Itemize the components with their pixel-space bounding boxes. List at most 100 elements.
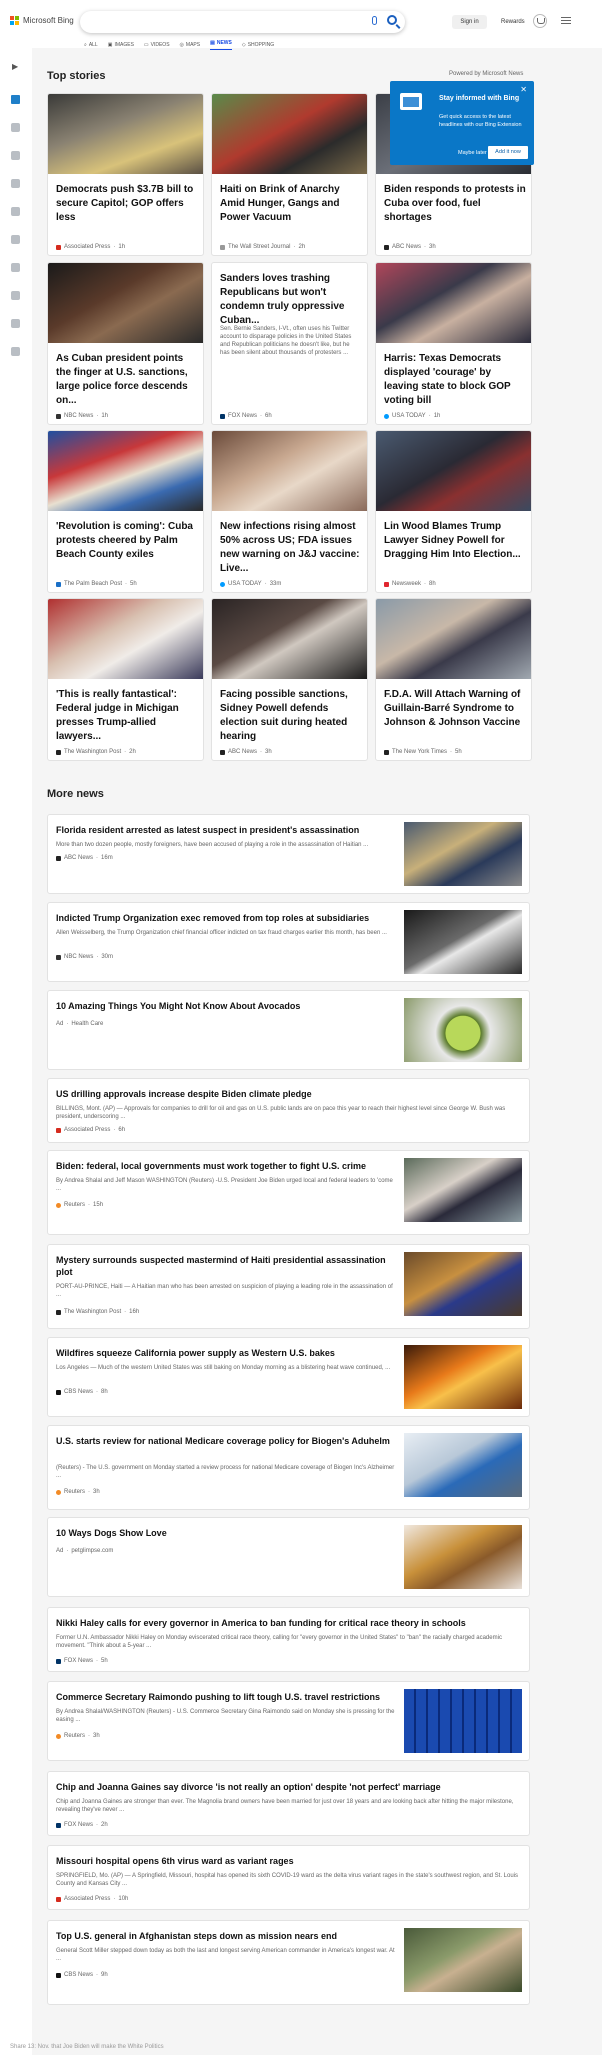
business-chart-icon[interactable] bbox=[11, 235, 20, 244]
news-item[interactable]: 10 Ways Dogs Show Love Ad · petglimpse.c… bbox=[47, 1517, 530, 1597]
politics-building-icon[interactable] bbox=[11, 319, 20, 328]
news-item[interactable]: US drilling approvals increase despite B… bbox=[47, 1078, 530, 1143]
story-card[interactable]: Facing possible sanctions, Sidney Powell… bbox=[211, 598, 368, 761]
home-icon[interactable] bbox=[11, 95, 20, 104]
story-source: ABC News · 3h bbox=[384, 244, 436, 250]
news-item[interactable]: 10 Amazing Things You Might Not Know Abo… bbox=[47, 990, 530, 1070]
us-flag-icon[interactable] bbox=[11, 151, 20, 160]
footer-ticker[interactable]: Share 13: Nov. that Joe Biden will make … bbox=[10, 2044, 164, 2050]
story-image bbox=[376, 431, 531, 511]
maybe-later-link[interactable]: Maybe later bbox=[458, 150, 487, 156]
hamburger-menu-icon[interactable] bbox=[561, 17, 571, 26]
news-source: CBS News · 8h bbox=[56, 1389, 108, 1395]
story-card[interactable]: New infections rising almost 50% across … bbox=[211, 430, 368, 593]
scope-news[interactable]: ▤ NEWS bbox=[210, 40, 232, 50]
story-source: ABC News · 3h bbox=[220, 749, 272, 755]
trending-icon[interactable] bbox=[11, 123, 20, 132]
news-snippet: Chip and Joanna Gaines are stronger than… bbox=[56, 1799, 514, 1813]
news-snippet: By Andrea Shalal and Jeff Mason WASHINGT… bbox=[56, 1178, 393, 1192]
news-image bbox=[404, 998, 522, 1062]
story-image bbox=[376, 263, 531, 343]
source-logo-icon bbox=[220, 749, 225, 755]
news-title: US drilling approvals increase despite B… bbox=[56, 1089, 312, 1099]
popup-title: Stay informed with Bing bbox=[439, 95, 520, 102]
story-card[interactable]: Democrats push $3.7B bill to secure Capi… bbox=[47, 93, 204, 256]
story-card[interactable]: F.D.A. Will Attach Warning of Guillain-B… bbox=[375, 598, 532, 761]
news-image bbox=[404, 1928, 522, 1992]
science-rocket-icon[interactable] bbox=[11, 263, 20, 272]
news-item[interactable]: U.S. starts review for national Medicare… bbox=[47, 1425, 530, 1510]
video-icon[interactable] bbox=[11, 347, 20, 356]
news-image bbox=[404, 822, 522, 886]
story-image bbox=[212, 431, 367, 511]
expand-rail-icon[interactable]: ▶ bbox=[12, 62, 18, 71]
add-extension-button[interactable]: Add it now bbox=[488, 146, 528, 159]
news-item[interactable]: Florida resident arrested as latest susp… bbox=[47, 814, 530, 894]
source-logo-icon bbox=[220, 244, 225, 250]
popup-description: Get quick access to the latest headlines… bbox=[439, 114, 522, 128]
scope-all[interactable]: ⌕ ALL bbox=[84, 40, 98, 50]
news-item[interactable]: Indicted Trump Organization exec removed… bbox=[47, 902, 530, 982]
ad-badge: Ad bbox=[56, 1548, 64, 1554]
news-title: 10 Amazing Things You Might Not Know Abo… bbox=[56, 1001, 301, 1011]
source-logo-icon bbox=[220, 581, 225, 587]
entertainment-icon[interactable] bbox=[11, 291, 20, 300]
news-source: Associated Press · 10h bbox=[56, 1896, 128, 1902]
story-title: Democrats push $3.7B bill to secure Capi… bbox=[56, 184, 194, 223]
news-source: Ad · Health Care bbox=[56, 1021, 104, 1027]
story-card[interactable]: Harris: Texas Democrats displayed 'coura… bbox=[375, 262, 532, 425]
story-image bbox=[212, 94, 367, 174]
news-item[interactable]: Top U.S. general in Afghanistan steps do… bbox=[47, 1920, 530, 2005]
story-title: Harris: Texas Democrats displayed 'coura… bbox=[384, 353, 511, 406]
source-logo-icon bbox=[56, 1127, 61, 1133]
news-item[interactable]: Mystery surrounds suspected mastermind o… bbox=[47, 1244, 530, 1329]
story-card[interactable]: Sanders loves trashing Republicans but w… bbox=[211, 262, 368, 425]
news-item[interactable]: Missouri hospital opens 6th virus ward a… bbox=[47, 1845, 530, 1910]
news-source: Reuters · 15h bbox=[56, 1202, 103, 1208]
story-card[interactable]: 'Revolution is coming': Cuba protests ch… bbox=[47, 430, 204, 593]
location-pin-icon[interactable] bbox=[11, 179, 20, 188]
news-item[interactable]: Nikki Haley calls for every governor in … bbox=[47, 1607, 530, 1672]
world-globe-icon[interactable] bbox=[11, 207, 20, 216]
scope-images[interactable]: ▣ IMAGES bbox=[108, 40, 134, 50]
news-item[interactable]: Commerce Secretary Raimondo pushing to l… bbox=[47, 1681, 530, 1761]
scope-shopping[interactable]: ◇ SHOPPING bbox=[242, 40, 274, 50]
news-title: 10 Ways Dogs Show Love bbox=[56, 1528, 167, 1538]
source-logo-icon bbox=[56, 1733, 61, 1739]
story-image bbox=[48, 263, 203, 343]
rewards-link[interactable]: Rewards bbox=[501, 19, 525, 25]
story-snippet: Sen. Bernie Sanders, I-Vt., often uses h… bbox=[220, 326, 352, 356]
search-input[interactable] bbox=[80, 11, 405, 33]
news-snippet: PORT-AU-PRINCE, Haiti — A Haitian man wh… bbox=[56, 1284, 393, 1298]
story-title: Facing possible sanctions, Sidney Powell… bbox=[220, 689, 348, 742]
news-snippet: SPRINGFIELD, Mo. (AP) — A Springfield, M… bbox=[56, 1873, 519, 1887]
rewards-trophy-icon[interactable] bbox=[533, 14, 547, 28]
source-logo-icon bbox=[56, 244, 61, 250]
news-source: FOX News · 5h bbox=[56, 1658, 108, 1664]
news-snippet: Los Angeles — Much of the western United… bbox=[56, 1365, 391, 1371]
news-image bbox=[404, 1345, 522, 1409]
story-title: Lin Wood Blames Trump Lawyer Sidney Powe… bbox=[384, 521, 521, 560]
news-source: Reuters · 3h bbox=[56, 1489, 100, 1495]
microphone-icon[interactable] bbox=[372, 16, 377, 25]
story-card[interactable]: Haiti on Brink of Anarchy Amid Hunger, G… bbox=[211, 93, 368, 256]
scope-maps[interactable]: ◎ MAPS bbox=[180, 40, 201, 50]
top-header: Microsoft Bing ⌕ ALL ▣ IMAGES ▭ VIDEOS ◎… bbox=[0, 0, 602, 50]
story-source: USA TODAY · 1h bbox=[384, 413, 440, 419]
scope-videos[interactable]: ▭ VIDEOS bbox=[144, 40, 170, 50]
news-snippet: BILLINGS, Mont. (AP) — Approvals for com… bbox=[56, 1106, 506, 1120]
story-card[interactable]: Lin Wood Blames Trump Lawyer Sidney Powe… bbox=[375, 430, 532, 593]
story-card[interactable]: As Cuban president points the finger at … bbox=[47, 262, 204, 425]
story-card[interactable]: 'This is really fantastical': Federal ju… bbox=[47, 598, 204, 761]
sign-in-button[interactable]: Sign in bbox=[452, 15, 487, 29]
news-title: Chip and Joanna Gaines say divorce 'is n… bbox=[56, 1782, 441, 1792]
news-item[interactable]: Biden: federal, local governments must w… bbox=[47, 1150, 530, 1235]
close-icon[interactable]: ✕ bbox=[520, 85, 527, 94]
news-item[interactable]: Chip and Joanna Gaines say divorce 'is n… bbox=[47, 1771, 530, 1836]
search-icon[interactable] bbox=[387, 15, 397, 25]
news-image bbox=[404, 1433, 522, 1497]
bing-logo[interactable]: Microsoft Bing bbox=[10, 16, 74, 25]
news-snippet: Allen Weisselberg, the Trump Organizatio… bbox=[56, 930, 387, 936]
news-title: Biden: federal, local governments must w… bbox=[56, 1161, 367, 1171]
news-item[interactable]: Wildfires squeeze California power suppl… bbox=[47, 1337, 530, 1417]
